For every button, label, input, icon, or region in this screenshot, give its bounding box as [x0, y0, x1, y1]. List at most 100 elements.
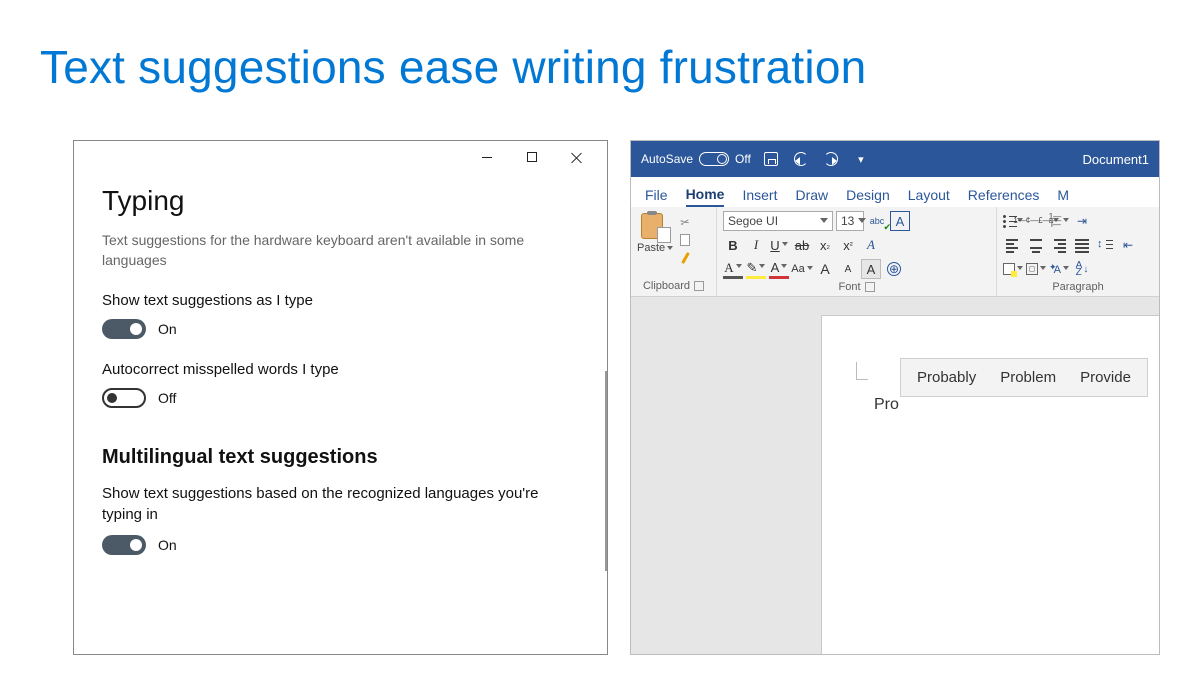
toggle-state: On	[158, 537, 177, 553]
word-titlebar: AutoSave Off ▾ Document1	[631, 141, 1159, 177]
increase-indent-button[interactable]	[1072, 211, 1092, 231]
borders-button[interactable]	[1026, 259, 1046, 279]
chevron-down-icon	[858, 218, 866, 227]
close-icon	[571, 151, 583, 163]
redo-button[interactable]	[821, 149, 841, 169]
font-size-value: 13	[841, 214, 854, 228]
character-shading-button[interactable]: A	[861, 259, 881, 279]
line-spacing-icon	[1098, 238, 1112, 252]
autocorrect-toggle[interactable]	[102, 388, 146, 408]
shading-icon	[1003, 263, 1015, 275]
superscript-button[interactable]: x	[838, 235, 858, 255]
autosave-label: AutoSave	[641, 152, 693, 166]
tab-design[interactable]: Design	[846, 187, 890, 207]
underline-button[interactable]: U	[769, 235, 789, 255]
format-painter-button[interactable]	[677, 251, 693, 265]
change-case-button[interactable]: Aa	[792, 259, 812, 279]
multilevel-list-button[interactable]	[1049, 211, 1069, 231]
chevron-down-icon	[820, 218, 828, 227]
suggestion-item[interactable]: Probably	[905, 365, 988, 390]
shading-button[interactable]	[1003, 259, 1023, 279]
tab-references[interactable]: References	[968, 187, 1040, 207]
italic-button[interactable]: I	[746, 235, 766, 255]
settings-subheading: Multilingual text suggestions	[102, 446, 579, 469]
document-canvas[interactable]: Probably Problem Provide Pro	[631, 297, 1159, 654]
autosave-state: Off	[735, 152, 751, 166]
circle-icon	[887, 262, 901, 276]
close-button[interactable]	[554, 142, 599, 172]
justify-button[interactable]	[1072, 235, 1092, 255]
suggestion-item[interactable]: Provide	[1068, 365, 1143, 390]
save-button[interactable]	[761, 149, 781, 169]
tab-home[interactable]: Home	[686, 186, 725, 207]
paste-button[interactable]	[641, 211, 669, 241]
align-right-icon	[1052, 239, 1066, 251]
subscript-button[interactable]: x	[815, 235, 835, 255]
minimize-button[interactable]	[464, 142, 509, 172]
brush-icon	[684, 252, 687, 264]
paste-label[interactable]: Paste	[637, 242, 673, 254]
undo-icon	[794, 152, 808, 166]
line-spacing-button[interactable]	[1095, 235, 1115, 255]
undo-button[interactable]	[791, 149, 811, 169]
settings-window: Typing Text suggestions for the hardware…	[73, 140, 608, 655]
multilingual-toggle[interactable]	[102, 535, 146, 555]
grow-font-button[interactable]: A	[815, 259, 835, 279]
font-group: Segoe UI 13 abc A B I U ab x x	[717, 207, 997, 296]
decrease-indent-button[interactable]	[1118, 235, 1138, 255]
paragraph-group: Paragraph	[997, 207, 1159, 296]
tab-more[interactable]: M	[1057, 187, 1069, 207]
sort-button[interactable]	[1072, 259, 1092, 279]
maximize-button[interactable]	[509, 142, 554, 172]
spellcheck-button[interactable]: abc	[867, 211, 887, 231]
document-name: Document1	[1083, 152, 1149, 167]
text-effects-para-button[interactable]	[1049, 259, 1069, 279]
page[interactable]: Probably Problem Provide Pro	[821, 315, 1159, 654]
margin-corner-marker	[856, 362, 868, 380]
align-right-button[interactable]	[1049, 235, 1069, 255]
toggle-state: Off	[158, 390, 176, 406]
strikethrough-button[interactable]: ab	[792, 235, 812, 255]
clear-formatting-button[interactable]: A	[861, 235, 881, 255]
toggle-state: On	[158, 321, 177, 337]
font-launcher-button[interactable]	[865, 282, 875, 292]
group-label-paragraph: Paragraph	[1052, 281, 1103, 293]
text-suggestions-toggle[interactable]	[102, 319, 146, 339]
text-effects-button[interactable]: A	[723, 259, 743, 279]
font-name-dropdown[interactable]: Segoe UI	[723, 211, 833, 231]
copy-button[interactable]	[677, 233, 693, 247]
cut-button[interactable]	[676, 214, 694, 231]
autosave-control[interactable]: AutoSave Off	[641, 152, 751, 166]
enclose-characters-button[interactable]	[884, 259, 904, 279]
align-center-button[interactable]	[1026, 235, 1046, 255]
clipboard-launcher-button[interactable]	[694, 281, 704, 291]
font-size-dropdown[interactable]: 13	[836, 211, 864, 231]
suggestion-item[interactable]: Problem	[988, 365, 1068, 390]
save-icon	[764, 152, 778, 166]
copy-icon	[680, 234, 690, 246]
bold-button[interactable]: B	[723, 235, 743, 255]
tab-file[interactable]: File	[645, 187, 668, 207]
justify-icon	[1075, 239, 1089, 251]
shrink-font-button[interactable]: A	[838, 259, 858, 279]
text-suggestion-bar: Probably Problem Provide	[900, 358, 1148, 397]
font-name-value: Segoe UI	[728, 214, 778, 228]
tab-insert[interactable]: Insert	[742, 187, 777, 207]
scrollbar[interactable]	[605, 371, 607, 571]
highlight-button[interactable]: ✎	[746, 259, 766, 279]
group-label-clipboard: Clipboard	[643, 280, 690, 292]
character-border-button[interactable]: A	[890, 211, 910, 231]
ribbon: Paste Clipboard Segoe UI	[631, 207, 1159, 297]
tab-layout[interactable]: Layout	[908, 187, 950, 207]
typed-text[interactable]: Pro	[874, 396, 899, 414]
settings-heading: Typing	[102, 185, 579, 217]
tab-draw[interactable]: Draw	[795, 187, 828, 207]
font-color-button[interactable]: A	[769, 259, 789, 279]
maximize-icon	[527, 152, 537, 162]
align-left-button[interactable]	[1003, 235, 1023, 255]
numbering-button[interactable]	[1026, 211, 1046, 231]
minimize-icon	[482, 157, 492, 158]
qat-customize-button[interactable]: ▾	[851, 149, 871, 169]
redo-icon	[824, 152, 838, 166]
clipboard-group: Paste Clipboard	[631, 207, 717, 296]
